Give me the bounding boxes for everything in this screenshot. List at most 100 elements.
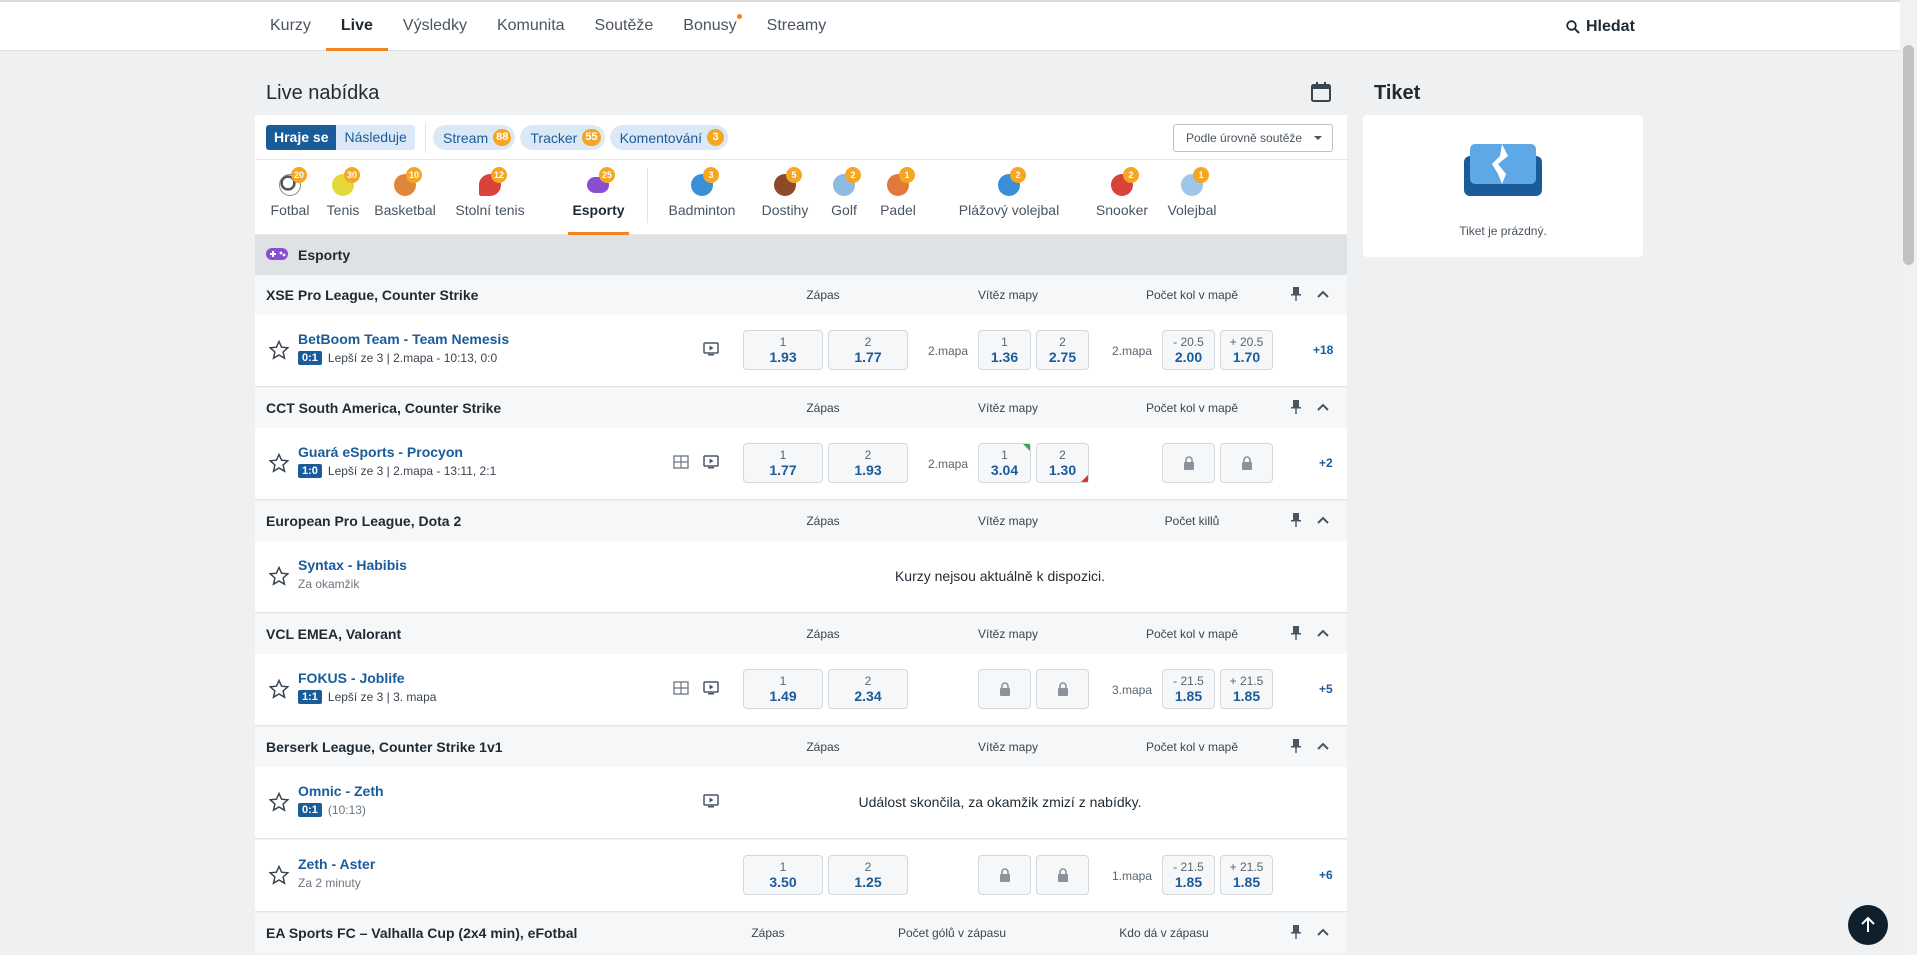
odd-button[interactable]: + 21.5 1.85 — [1220, 669, 1273, 709]
chevron-up-icon[interactable] — [1317, 515, 1329, 525]
sport-tab-stolni-tenis[interactable]: 12 Stolní tenis — [453, 160, 527, 235]
stream-tv-icon[interactable] — [703, 681, 719, 695]
pill-tracker[interactable]: Tracker 55 — [520, 125, 605, 150]
scrollbar-thumb[interactable] — [1903, 45, 1914, 265]
pin-icon[interactable] — [1290, 626, 1302, 640]
chevron-up-icon[interactable] — [1317, 741, 1329, 751]
odd-value: 2.00 — [1174, 349, 1203, 365]
market-header: Vítěz mapy — [977, 740, 1039, 754]
more-markets-link[interactable]: +6 — [1319, 868, 1333, 882]
locked-odd — [978, 669, 1031, 709]
event-teams-link[interactable]: Zeth - Aster — [298, 856, 375, 872]
live-score: 1:1 — [298, 690, 322, 704]
stream-tv-icon[interactable] — [703, 794, 719, 808]
odd-button[interactable]: + 21.5 1.85 — [1220, 855, 1273, 895]
sport-tab-fotbal[interactable]: 20 Fotbal — [269, 160, 311, 235]
sport-label: Basketbal — [374, 202, 436, 218]
segment-hraje-se[interactable]: Hraje se — [266, 125, 337, 150]
odd-button[interactable]: 1 3.50 — [743, 855, 823, 895]
odd-button[interactable]: 1 1.77 — [743, 443, 823, 483]
filter-pills: Stream 88 Tracker 55 Komentování 3 — [433, 125, 729, 150]
segment-nasleduje[interactable]: Následuje — [336, 125, 415, 150]
odd-button[interactable]: 2 1.30 — [1036, 443, 1089, 483]
more-markets-link[interactable]: +2 — [1319, 456, 1333, 470]
tab-kurzy[interactable]: Kurzy — [255, 2, 326, 51]
event-teams-link[interactable]: Omnic - Zeth — [298, 783, 384, 799]
tab-komunita[interactable]: Komunita — [482, 2, 580, 51]
favorite-star-icon[interactable] — [269, 865, 289, 885]
sport-tab-padel[interactable]: 1 Padel — [879, 160, 917, 235]
statistics-icon[interactable] — [673, 681, 689, 695]
sport-tab-volejbal[interactable]: 1 Volejbal — [1165, 160, 1219, 235]
chevron-up-icon[interactable] — [1317, 628, 1329, 638]
sport-count: 2 — [845, 167, 861, 183]
chevron-up-icon[interactable] — [1317, 927, 1329, 937]
pill-stream[interactable]: Stream 88 — [433, 125, 516, 150]
odd-button[interactable]: - 20.5 2.00 — [1162, 330, 1215, 370]
pill-komentovani[interactable]: Komentování 3 — [609, 125, 729, 150]
odd-value: 1.25 — [854, 874, 882, 890]
pin-icon[interactable] — [1290, 925, 1302, 939]
locked-odd — [1036, 669, 1089, 709]
scrollbar[interactable] — [1900, 0, 1917, 955]
odd-button[interactable]: 2 2.34 — [828, 669, 908, 709]
sport-label: Fotbal — [270, 202, 310, 218]
more-markets-link[interactable]: +5 — [1319, 682, 1333, 696]
odd-button[interactable]: 2 1.93 — [828, 443, 908, 483]
pin-icon[interactable] — [1290, 739, 1302, 753]
sport-tab-basketbal[interactable]: 10 Basketbal — [373, 160, 437, 235]
tab-live[interactable]: Live — [325, 2, 388, 51]
favorite-star-icon[interactable] — [269, 453, 289, 473]
sport-tab-golf[interactable]: 2 Golf — [829, 160, 861, 235]
event-teams-link[interactable]: Guará eSports - Procyon — [298, 444, 463, 460]
event-status: Za okamžik — [298, 577, 360, 591]
tab-streamy[interactable]: Streamy — [752, 2, 842, 51]
pin-icon[interactable] — [1290, 287, 1302, 301]
event-teams-link[interactable]: Syntax - Habibis — [298, 557, 407, 573]
tab-souteze[interactable]: Soutěže — [580, 2, 669, 51]
odd-button[interactable]: 2 1.77 — [828, 330, 908, 370]
odd-button[interactable]: 2 1.25 — [828, 855, 908, 895]
locked-odd — [1220, 443, 1273, 483]
favorite-star-icon[interactable] — [269, 792, 289, 812]
sport-label: Dostihy — [761, 202, 809, 218]
stream-tv-icon[interactable] — [703, 342, 719, 356]
pill-count: 3 — [707, 129, 725, 146]
event-teams-link[interactable]: FOKUS - Joblife — [298, 670, 405, 686]
scroll-to-top-button[interactable] — [1848, 905, 1888, 945]
favorite-star-icon[interactable] — [269, 679, 289, 699]
odd-button[interactable]: - 21.5 1.85 — [1162, 669, 1215, 709]
tab-bonusy[interactable]: Bonusy — [668, 2, 751, 51]
sport-tab-badminton[interactable]: 3 Badminton — [667, 160, 737, 235]
favorite-star-icon[interactable] — [269, 340, 289, 360]
odd-label: - 21.5 — [1173, 674, 1204, 688]
stream-tv-icon[interactable] — [703, 455, 719, 469]
sport-tab-plazovy-volejbal[interactable]: 2 Plážový volejbal — [940, 160, 1078, 235]
odd-button[interactable]: 1 3.04 — [978, 443, 1031, 483]
chevron-up-icon[interactable] — [1317, 402, 1329, 412]
sport-tab-esporty[interactable]: 25 Esporty — [568, 160, 629, 235]
odd-button[interactable]: 1 1.93 — [743, 330, 823, 370]
sport-tab-dostihy[interactable]: 5 Dostihy — [761, 160, 809, 235]
calendar-icon[interactable] — [1310, 81, 1332, 103]
pin-icon[interactable] — [1290, 513, 1302, 527]
odd-button[interactable]: + 20.5 1.70 — [1220, 330, 1273, 370]
chevron-down-icon — [1314, 136, 1322, 140]
odd-button[interactable]: 1 1.36 — [978, 330, 1031, 370]
sport-label: Stolní tenis — [455, 202, 525, 218]
sort-select[interactable]: Podle úrovně soutěže — [1173, 124, 1333, 152]
tab-vysledky[interactable]: Výsledky — [388, 2, 482, 51]
statistics-icon[interactable] — [673, 455, 689, 469]
favorite-star-icon[interactable] — [269, 566, 289, 586]
odd-button[interactable]: 1 1.49 — [743, 669, 823, 709]
more-markets-link[interactable]: +18 — [1313, 343, 1333, 357]
odd-button[interactable]: 2 2.75 — [1036, 330, 1089, 370]
sport-tab-tenis[interactable]: 30 Tenis — [325, 160, 361, 235]
event-teams-link[interactable]: BetBoom Team - Team Nemesis — [298, 331, 509, 347]
pin-icon[interactable] — [1290, 400, 1302, 414]
odd-button[interactable]: - 21.5 1.85 — [1162, 855, 1215, 895]
search-button[interactable]: Hledat — [1566, 2, 1635, 51]
sport-tab-snooker[interactable]: 2 Snooker — [1094, 160, 1150, 235]
league-name: XSE Pro League, Counter Strike — [266, 287, 479, 303]
chevron-up-icon[interactable] — [1317, 289, 1329, 299]
